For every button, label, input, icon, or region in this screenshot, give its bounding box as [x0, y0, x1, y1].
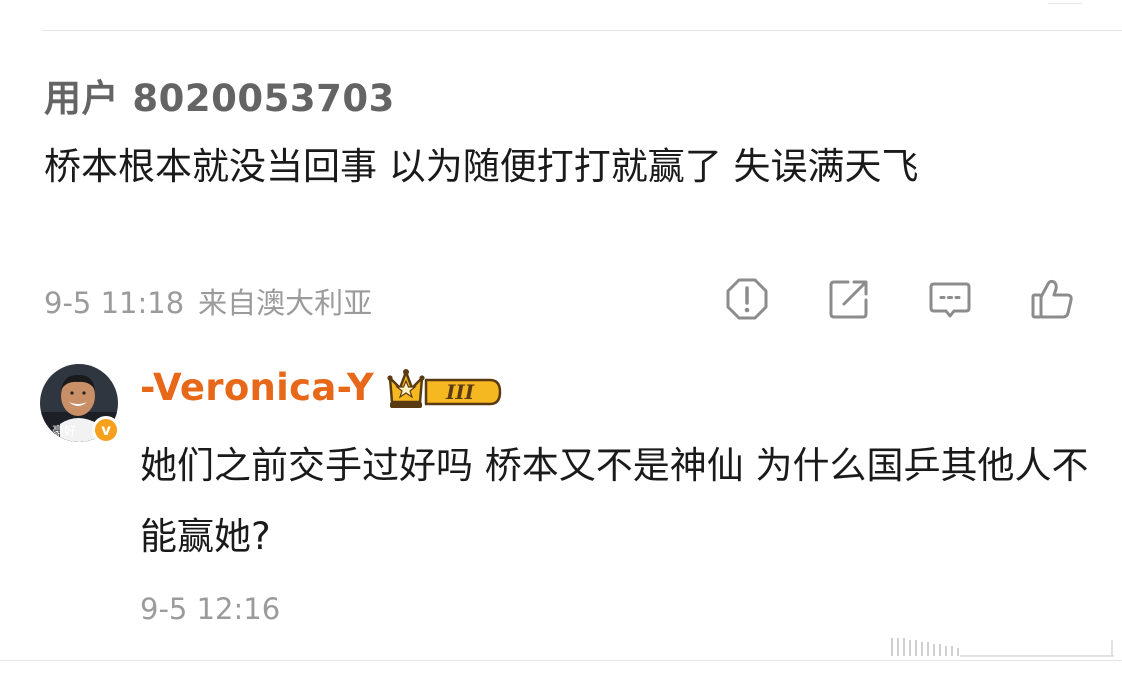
comment-text: 桥本根本就没当回事 以为随便打打就赢了 失误满天飞	[44, 145, 919, 188]
comment-icon	[929, 282, 971, 318]
top-border-corner	[1048, 0, 1082, 4]
reply-text: 她们之前交手过好吗 桥本又不是神仙 为什么国乒其他人不能赢她?	[140, 444, 1089, 558]
share-button[interactable]	[822, 272, 876, 326]
like-button[interactable]	[1025, 272, 1079, 326]
bottom-divider	[0, 660, 1122, 661]
badge-level: III	[445, 380, 475, 404]
comment-username[interactable]: 用户 8020053703	[44, 68, 395, 122]
crown-level-badge-icon: III	[387, 369, 502, 408]
share-icon	[829, 280, 868, 319]
comment-button[interactable]	[923, 272, 977, 326]
reply-username[interactable]: -Veronica-Y	[140, 366, 374, 409]
top-divider	[42, 30, 1122, 31]
watermark-lines-icon	[891, 638, 1114, 657]
report-icon	[726, 278, 768, 320]
reply-time: 9-5 12:16	[140, 592, 281, 626]
report-button[interactable]	[720, 272, 774, 326]
verified-badge-icon: v	[92, 416, 120, 444]
avatar-caption: 豪好	[52, 423, 76, 438]
like-icon	[1031, 279, 1073, 319]
comment-actions	[0, 272, 1122, 326]
reply-avatar[interactable]: 豪好 v	[40, 364, 120, 444]
